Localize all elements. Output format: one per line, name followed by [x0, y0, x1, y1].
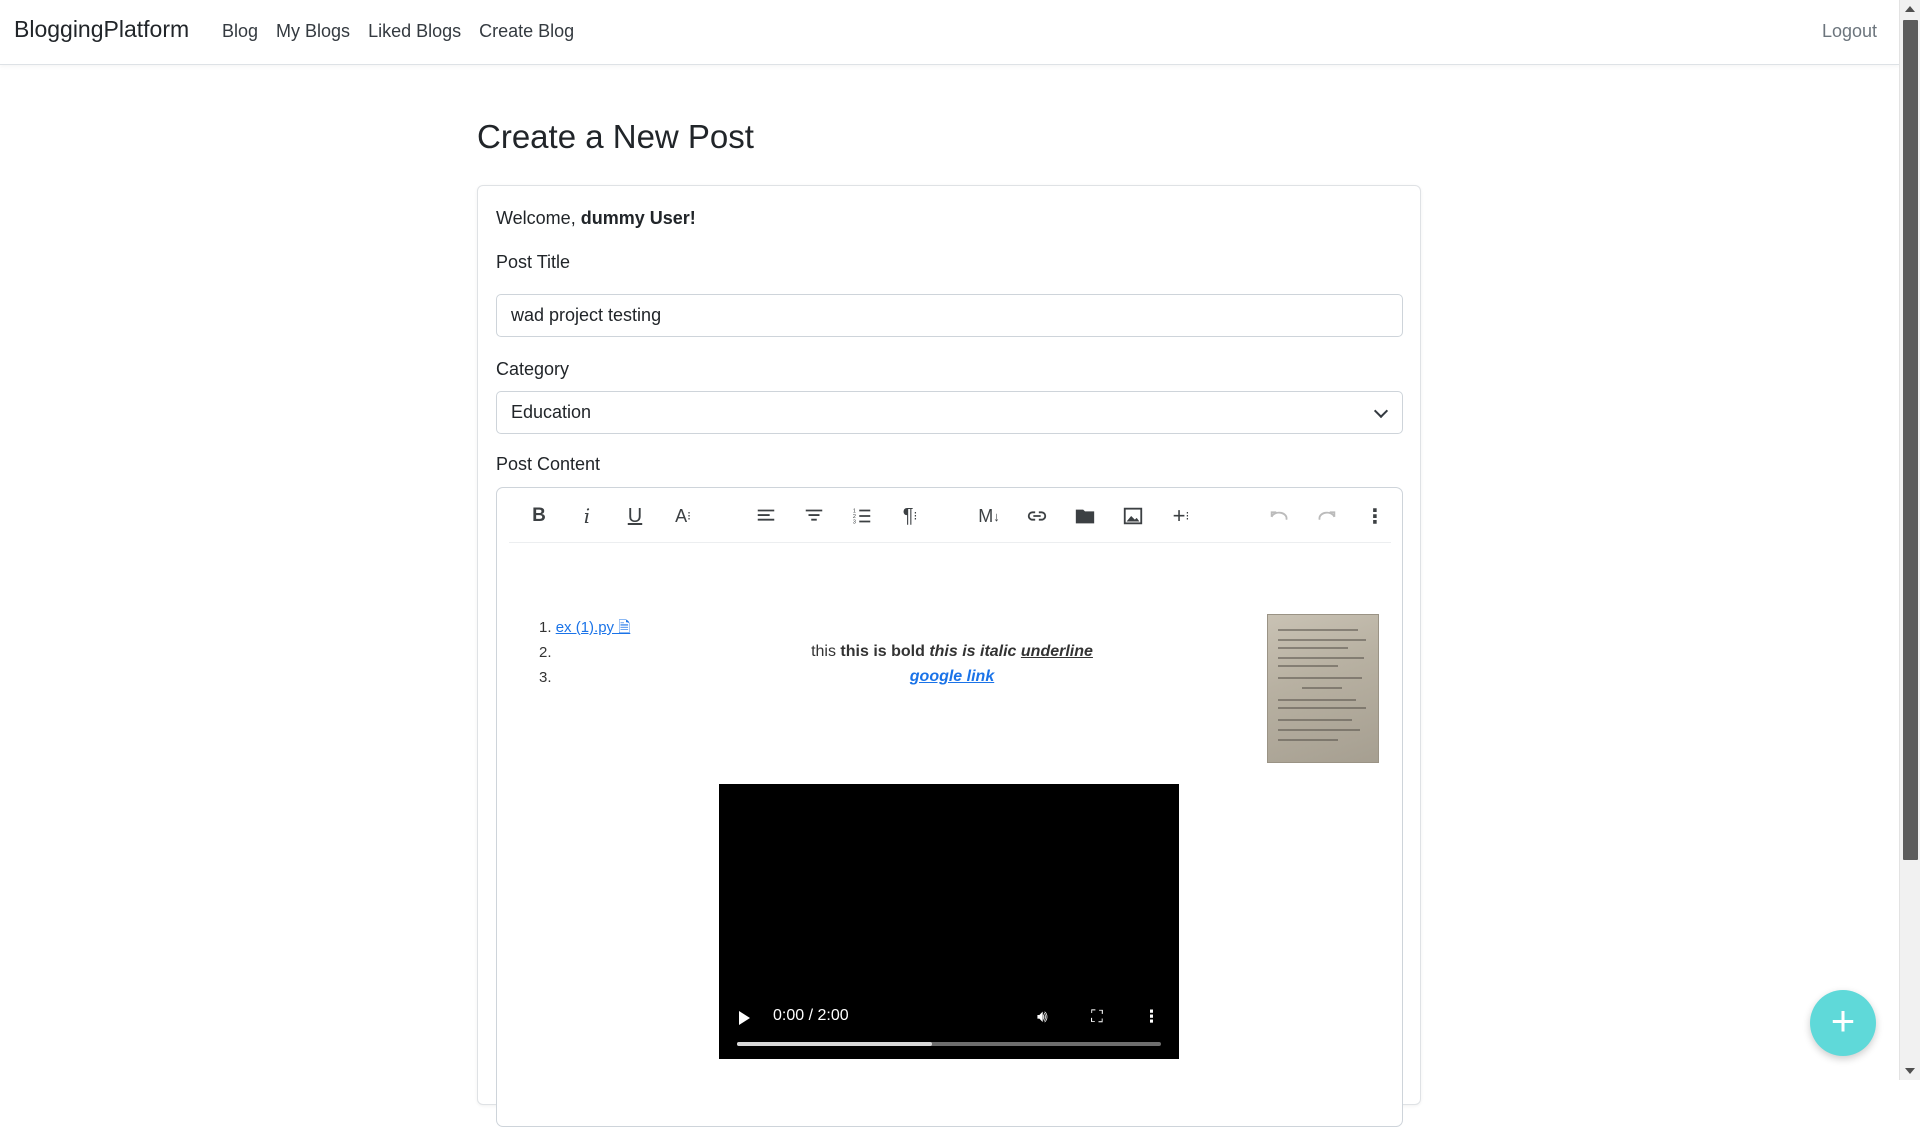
volume-icon[interactable]: 🔊︎ — [1037, 1007, 1048, 1027]
insert-icon[interactable]: + ⁝ — [1166, 501, 1196, 531]
navbar: BloggingPlatform Blog My Blogs Liked Blo… — [0, 0, 1899, 65]
category-selected-value: Education — [511, 402, 592, 422]
scroll-thumb[interactable] — [1903, 20, 1918, 860]
video-progress-bar[interactable] — [737, 1042, 1161, 1046]
align-left-icon[interactable] — [751, 501, 781, 531]
list-number: 1. — [539, 619, 552, 636]
video-player[interactable]: 0:00 / 2:00 🔊︎ ⛶ ⋮ — [719, 784, 1179, 1059]
embedded-image[interactable] — [1267, 614, 1379, 763]
redo-icon[interactable] — [1312, 501, 1342, 531]
underline-icon[interactable]: U — [620, 501, 650, 531]
svg-text:3: 3 — [853, 519, 856, 525]
formatted-line: this this is bold this is italic underli… — [727, 639, 1177, 664]
nav-links: Blog My Blogs Liked Blogs Create Blog — [222, 21, 574, 42]
post-content-label: Post Content — [496, 454, 601, 474]
list-number: 2. — [539, 644, 552, 661]
logout-link[interactable]: Logout — [1822, 21, 1877, 42]
centered-text-block: this this is bold this is italic underli… — [727, 639, 1177, 689]
list-item: 1. ex (1).py 🗎 — [539, 615, 630, 640]
image-icon[interactable] — [1118, 501, 1148, 531]
file-link[interactable]: ex (1).py 🗎 — [556, 619, 631, 636]
add-post-fab-button[interactable]: + — [1810, 990, 1876, 1056]
markdown-icon[interactable]: M ↓ — [974, 501, 1004, 531]
link-line: google link — [727, 664, 1177, 689]
post-title-input[interactable] — [496, 294, 1403, 337]
ordered-list: 1. ex (1).py 🗎 2. 3. — [539, 615, 630, 690]
category-label: Category — [496, 359, 570, 379]
more-icon[interactable]: ⋮ — [1360, 501, 1390, 531]
list-number: 3. — [539, 669, 552, 686]
editor-content[interactable]: 1. ex (1).py 🗎 2. 3. this this is bold t… — [497, 544, 1402, 1126]
italic-text: this is italic — [929, 643, 1021, 660]
scroll-up-icon[interactable] — [1905, 6, 1915, 12]
welcome-prefix: Welcome, — [496, 208, 581, 228]
video-more-icon[interactable]: ⋮ — [1143, 1007, 1160, 1027]
rich-text-editor: B i U A ⁝ 123 ¶ ⁝ M ↓ + ⁝ ⋮ 1. ex (1).py… — [496, 487, 1403, 1127]
page-scrollbar[interactable] — [1899, 0, 1920, 1080]
category-select[interactable]: Education — [496, 391, 1403, 434]
video-controls: 0:00 / 2:00 🔊︎ ⛶ ⋮ — [719, 989, 1179, 1059]
video-progress-fill — [737, 1042, 933, 1046]
align-center-icon[interactable] — [799, 501, 829, 531]
italic-icon[interactable]: i — [572, 501, 602, 531]
link-icon[interactable] — [1022, 501, 1052, 531]
nav-link-liked-blogs[interactable]: Liked Blogs — [368, 21, 461, 42]
list-item: 3. — [539, 665, 630, 690]
video-time: 0:00 / 2:00 — [773, 1007, 849, 1024]
ordered-list-icon[interactable]: 123 — [847, 501, 877, 531]
undo-icon[interactable] — [1264, 501, 1294, 531]
page-title: Create a New Post — [477, 118, 754, 155]
nav-link-create-blog[interactable]: Create Blog — [479, 21, 574, 42]
fullscreen-icon[interactable]: ⛶ — [1091, 1007, 1103, 1027]
play-icon[interactable] — [739, 1011, 750, 1025]
bold-icon[interactable]: B — [524, 501, 554, 531]
chevron-down-icon — [1373, 403, 1389, 419]
underline-text: underline — [1020, 643, 1093, 660]
brand-logo[interactable]: BloggingPlatform — [14, 16, 189, 43]
list-item: 2. — [539, 640, 630, 665]
editor-toolbar: B i U A ⁝ 123 ¶ ⁝ M ↓ + ⁝ ⋮ — [509, 488, 1391, 543]
nav-link-blog[interactable]: Blog — [222, 21, 258, 42]
post-title-label: Post Title — [496, 252, 571, 272]
plain-text: this — [811, 643, 841, 660]
bold-text: this is bold — [840, 643, 930, 660]
font-size-icon[interactable]: A ⁝ — [668, 501, 698, 531]
nav-link-my-blogs[interactable]: My Blogs — [276, 21, 350, 42]
paragraph-icon[interactable]: ¶ ⁝ — [895, 501, 925, 531]
welcome-message: Welcome, dummy User! — [496, 208, 696, 229]
folder-icon[interactable] — [1070, 501, 1100, 531]
create-post-card: Welcome, dummy User! Post Title Category… — [477, 185, 1421, 1127]
scroll-down-icon[interactable] — [1905, 1068, 1915, 1074]
welcome-username: dummy User! — [580, 208, 696, 228]
google-link[interactable]: google link — [910, 668, 994, 685]
plus-icon: + — [1830, 997, 1856, 1044]
